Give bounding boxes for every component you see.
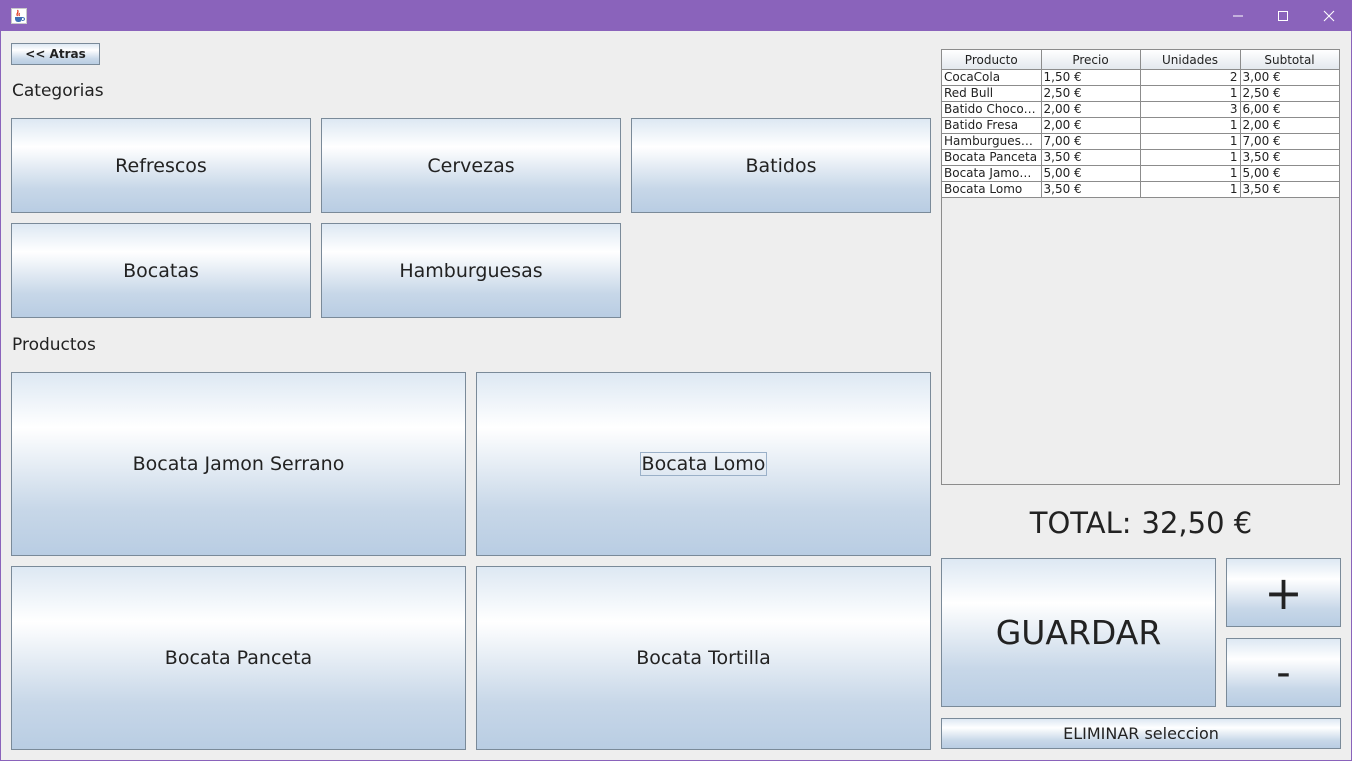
- main-panel: << Atras Categorias Refrescos Cervezas B…: [1, 31, 1351, 760]
- category-button-hamburguesas[interactable]: Hamburguesas: [321, 223, 621, 318]
- category-button-cervezas[interactable]: Cervezas: [321, 118, 621, 213]
- category-label: Cervezas: [427, 154, 515, 177]
- total-value: 32,50 €: [1141, 506, 1253, 540]
- save-button-label: GUARDAR: [995, 613, 1162, 652]
- table-header-row: Producto Precio Unidades Subtotal: [942, 50, 1339, 70]
- cell-producto[interactable]: CocaCola: [942, 69, 1042, 86]
- product-button-bocata-jamon-serrano[interactable]: Bocata Jamon Serrano: [11, 372, 466, 556]
- category-button-bocatas[interactable]: Bocatas: [11, 223, 311, 318]
- plus-icon: +: [1264, 565, 1303, 620]
- product-button-bocata-tortilla[interactable]: Bocata Tortilla: [476, 566, 931, 750]
- column-header-unidades[interactable]: Unidades: [1140, 50, 1241, 70]
- minimize-icon: [1233, 15, 1243, 17]
- category-label: Refrescos: [115, 154, 207, 177]
- cell-unidades[interactable]: 2: [1140, 69, 1241, 86]
- cell-unidades[interactable]: 1: [1140, 117, 1241, 134]
- close-icon: [1323, 10, 1335, 22]
- category-label: Hamburguesas: [399, 259, 543, 282]
- table-row[interactable]: Bocata Panceta 3,50 € 1 3,50 €: [942, 149, 1339, 166]
- maximize-icon: [1278, 11, 1288, 21]
- cell-subtotal[interactable]: 3,50 €: [1240, 181, 1339, 198]
- cell-producto[interactable]: Bocata Lomo: [942, 181, 1042, 198]
- cell-unidades[interactable]: 1: [1140, 165, 1241, 182]
- cell-subtotal[interactable]: 6,00 €: [1240, 101, 1339, 118]
- product-button-bocata-lomo[interactable]: Bocata Lomo: [476, 372, 931, 556]
- products-heading: Productos: [12, 335, 96, 355]
- category-button-batidos[interactable]: Batidos: [631, 118, 931, 213]
- delete-selection-button[interactable]: ELIMINAR seleccion: [941, 718, 1341, 749]
- table-row[interactable]: Bocata Lomo 3,50 € 1 3,50 €: [942, 181, 1339, 198]
- product-label: Bocata Tortilla: [636, 647, 771, 669]
- cell-unidades[interactable]: 1: [1140, 85, 1241, 102]
- table-row[interactable]: CocaCola 1,50 € 2 3,00 €: [942, 69, 1339, 86]
- cell-producto[interactable]: Hamburguesa ...: [942, 133, 1042, 150]
- column-header-subtotal[interactable]: Subtotal: [1240, 50, 1339, 70]
- category-button-refrescos[interactable]: Refrescos: [11, 118, 311, 213]
- increase-quantity-button[interactable]: +: [1226, 558, 1341, 627]
- cell-producto[interactable]: Red Bull: [942, 85, 1042, 102]
- minus-icon: -: [1276, 649, 1291, 696]
- table-row[interactable]: Batido Fresa 2,00 € 1 2,00 €: [942, 117, 1339, 134]
- table-row[interactable]: Red Bull 2,50 € 1 2,50 €: [942, 85, 1339, 102]
- cell-subtotal[interactable]: 2,00 €: [1240, 117, 1339, 134]
- cell-subtotal[interactable]: 7,00 €: [1240, 133, 1339, 150]
- product-label: Bocata Jamon Serrano: [132, 453, 345, 475]
- title-bar[interactable]: [1, 1, 1351, 31]
- cell-unidades[interactable]: 1: [1140, 133, 1241, 150]
- order-table[interactable]: Producto Precio Unidades Subtotal CocaCo…: [942, 50, 1339, 198]
- order-table-scroll[interactable]: Producto Precio Unidades Subtotal CocaCo…: [941, 49, 1340, 485]
- categories-heading: Categorias: [12, 81, 104, 101]
- save-button[interactable]: GUARDAR: [941, 558, 1216, 707]
- cell-precio[interactable]: 7,00 €: [1041, 133, 1141, 150]
- cell-producto[interactable]: Bocata Jamon ...: [942, 165, 1042, 182]
- cell-unidades[interactable]: 3: [1140, 101, 1241, 118]
- product-label: Bocata Panceta: [164, 647, 313, 669]
- product-label-focused: Bocata Lomo: [639, 452, 768, 476]
- cell-unidades[interactable]: 1: [1140, 181, 1241, 198]
- app-window: << Atras Categorias Refrescos Cervezas B…: [0, 0, 1352, 761]
- delete-button-label: ELIMINAR seleccion: [1063, 724, 1219, 743]
- column-header-precio[interactable]: Precio: [1041, 50, 1141, 70]
- maximize-button[interactable]: [1260, 1, 1306, 31]
- total-label: TOTAL:: [1029, 506, 1132, 540]
- cell-precio[interactable]: 3,50 €: [1041, 149, 1141, 166]
- java-coffee-icon: [11, 8, 27, 24]
- back-button-label: << Atras: [25, 47, 86, 61]
- cell-producto[interactable]: Batido Chocolate: [942, 101, 1042, 118]
- cell-precio[interactable]: 2,50 €: [1041, 85, 1141, 102]
- cell-precio[interactable]: 2,00 €: [1041, 117, 1141, 134]
- category-label: Bocatas: [123, 259, 199, 282]
- column-header-producto[interactable]: Producto: [942, 50, 1042, 70]
- cell-unidades[interactable]: 1: [1140, 149, 1241, 166]
- close-window-button[interactable]: [1306, 1, 1352, 31]
- decrease-quantity-button[interactable]: -: [1226, 638, 1341, 707]
- cell-precio[interactable]: 5,00 €: [1041, 165, 1141, 182]
- cell-producto[interactable]: Batido Fresa: [942, 117, 1042, 134]
- back-button[interactable]: << Atras: [11, 43, 100, 65]
- cell-precio[interactable]: 3,50 €: [1041, 181, 1141, 198]
- cell-subtotal[interactable]: 3,00 €: [1240, 69, 1339, 86]
- order-total: TOTAL: 32,50 €: [941, 501, 1341, 545]
- cell-subtotal[interactable]: 2,50 €: [1240, 85, 1339, 102]
- table-row[interactable]: Bocata Jamon ... 5,00 € 1 5,00 €: [942, 165, 1339, 182]
- table-row[interactable]: Hamburguesa ... 7,00 € 1 7,00 €: [942, 133, 1339, 150]
- cell-precio[interactable]: 2,00 €: [1041, 101, 1141, 118]
- minimize-button[interactable]: [1215, 1, 1261, 31]
- cell-producto[interactable]: Bocata Panceta: [942, 149, 1042, 166]
- product-button-bocata-panceta[interactable]: Bocata Panceta: [11, 566, 466, 750]
- table-row[interactable]: Batido Chocolate 2,00 € 3 6,00 €: [942, 101, 1339, 118]
- cell-subtotal[interactable]: 3,50 €: [1240, 149, 1339, 166]
- category-label: Batidos: [745, 154, 817, 177]
- cell-precio[interactable]: 1,50 €: [1041, 69, 1141, 86]
- cell-subtotal[interactable]: 5,00 €: [1240, 165, 1339, 182]
